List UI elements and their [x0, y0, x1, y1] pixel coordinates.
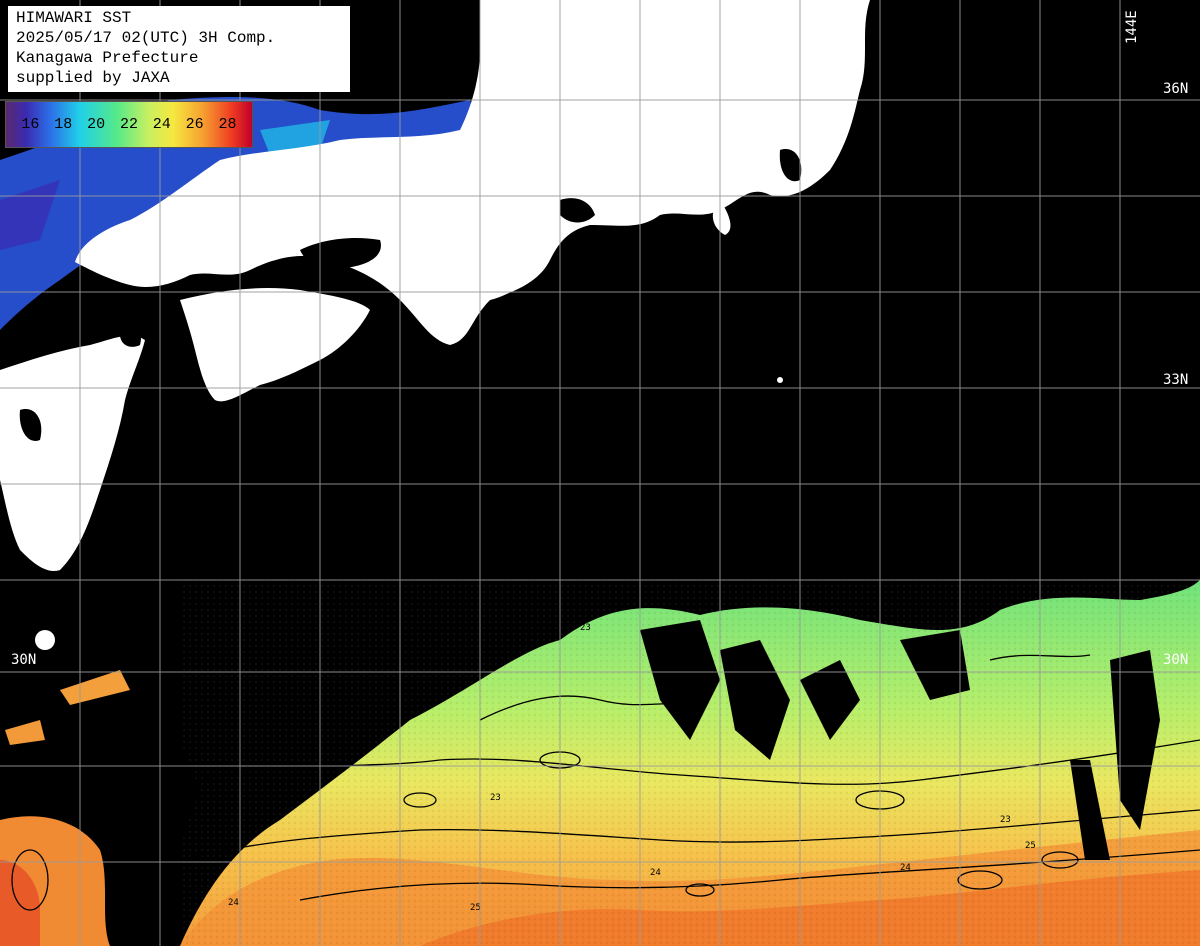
scale-tick: 16 [21, 116, 40, 133]
contour-label: 23 [580, 623, 591, 633]
contour-label: 24 [228, 898, 239, 908]
scale-tick: 18 [54, 116, 73, 133]
scale-tick: 26 [185, 116, 204, 133]
lat-label-30n-left: 30N [11, 652, 37, 668]
title-product: HIMAWARI SST [16, 9, 132, 27]
lon-label-144e: 144E [1124, 10, 1140, 44]
contour-label: 25 [1025, 841, 1036, 851]
title-box: HIMAWARI SST 2025/05/17 02(UTC) 3H Comp.… [8, 6, 350, 92]
scale-tick: 24 [152, 116, 171, 133]
color-scale-legend: 16 18 20 22 24 26 28 [5, 101, 253, 148]
title-credit: supplied by JAXA [16, 69, 170, 87]
lat-label-36n: 36N [1163, 81, 1189, 97]
contour-label: 24 [900, 863, 911, 873]
contour-label: 25 [470, 903, 481, 913]
scale-tick: 28 [218, 116, 237, 133]
lon-label-mid: 138E [484, 10, 500, 44]
scale-tick: 22 [119, 116, 138, 133]
contour-label: 24 [650, 868, 661, 878]
lat-label-33-left: 33 [11, 372, 28, 388]
title-region: Kanagawa Prefecture [16, 49, 199, 67]
contour-label: 23 [490, 793, 501, 803]
title-timestamp: 2025/05/17 02(UTC) 3H Comp. [16, 29, 276, 47]
scale-tick: 20 [87, 116, 106, 133]
lat-label-33n: 33N [1163, 372, 1189, 388]
lat-label-30n-right: 30N [1163, 652, 1189, 668]
contour-label: 23 [1000, 815, 1011, 825]
